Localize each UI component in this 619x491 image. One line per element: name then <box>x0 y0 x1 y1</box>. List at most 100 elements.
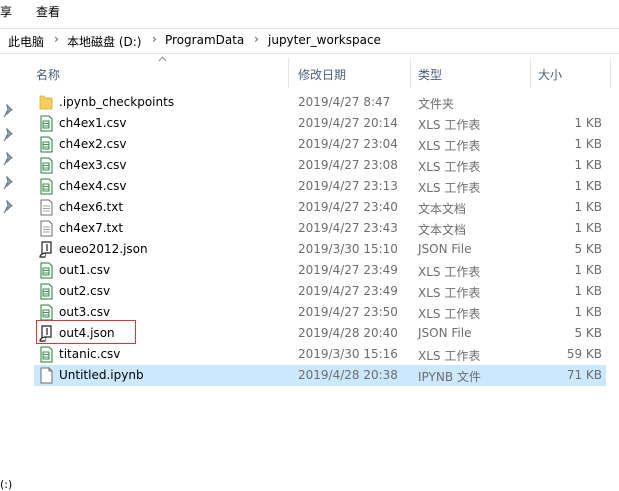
breadcrumb-separator-icon[interactable]: › <box>254 32 259 46</box>
file-modified-date: 2019/4/27 23:50 <box>298 305 398 319</box>
pin-icon[interactable] <box>3 176 15 190</box>
file-row[interactable]: out1.csv 2019/4/27 23:49 XLS 工作表 1 KB <box>34 260 606 281</box>
file-name: out1.csv <box>59 263 111 277</box>
file-name: eueo2012.json <box>59 242 148 256</box>
file-size: 1 KB <box>574 200 602 214</box>
json-file-icon <box>39 241 53 258</box>
file-name: ch4ex3.csv <box>59 158 127 172</box>
file-size: 71 KB <box>566 368 602 382</box>
breadcrumb-separator-icon[interactable]: › <box>54 32 59 46</box>
csv-file-icon <box>39 178 53 195</box>
file-row[interactable]: ch4ex2.csv 2019/4/27 23:04 XLS 工作表 1 KB <box>34 134 606 155</box>
address-bar[interactable]: 此电脑 › 本地磁盘 (D:) › ProgramData › jupyter_… <box>0 28 619 54</box>
file-size: 1 KB <box>574 116 602 130</box>
pin-icon[interactable] <box>3 104 15 118</box>
pin-icon[interactable] <box>3 200 15 214</box>
file-size: 5 KB <box>574 242 602 256</box>
sort-ascending-icon <box>158 56 167 62</box>
file-name: ch4ex2.csv <box>59 137 127 151</box>
column-size[interactable]: 大小 <box>538 66 562 83</box>
menu-bar: 享 查看 <box>0 0 619 22</box>
column-divider[interactable] <box>288 58 289 88</box>
column-date[interactable]: 修改日期 <box>298 66 346 83</box>
file-size: 1 KB <box>574 305 602 319</box>
breadcrumb-local-disk[interactable]: 本地磁盘 (D:) <box>67 33 141 50</box>
column-type[interactable]: 类型 <box>418 66 442 83</box>
file-row[interactable]: Untitled.ipynb 2019/4/28 20:38 IPYNB 文件 71 … <box>34 365 606 386</box>
file-size: 1 KB <box>574 284 602 298</box>
file-type: JSON File <box>418 326 472 340</box>
file-modified-date: 2019/4/27 23:08 <box>298 158 398 172</box>
file-modified-date: 2019/4/27 20:14 <box>298 116 398 130</box>
file-modified-date: 2019/4/27 23:43 <box>298 221 398 235</box>
file-size: 1 KB <box>574 137 602 151</box>
file-type: XLS 工作表 <box>418 286 481 300</box>
file-row[interactable]: ch4ex7.txt 2019/4/27 23:43 文本文档 1 KB <box>34 218 606 239</box>
file-modified-date: 2019/4/28 20:40 <box>298 326 398 340</box>
file-modified-date: 2019/4/27 8:47 <box>298 95 391 109</box>
file-size: 1 KB <box>574 179 602 193</box>
breadcrumb-jupyter-workspace[interactable]: jupyter_workspace <box>268 33 381 47</box>
file-name: .ipynb_checkpoints <box>59 95 175 109</box>
breadcrumb-this-pc[interactable]: 此电脑 <box>8 33 44 50</box>
file-name: ch4ex4.csv <box>59 179 127 193</box>
vertical-scrollbar[interactable] <box>613 54 619 489</box>
blank-file-icon <box>39 367 53 384</box>
file-size: 1 KB <box>574 221 602 235</box>
file-row[interactable]: ch4ex3.csv 2019/4/27 23:08 XLS 工作表 1 KB <box>34 155 606 176</box>
file-row[interactable]: ch4ex1.csv 2019/4/27 20:14 XLS 工作表 1 KB <box>34 113 606 134</box>
file-type: XLS 工作表 <box>418 265 481 279</box>
file-row[interactable]: ch4ex4.csv 2019/4/27 23:13 XLS 工作表 1 KB <box>34 176 606 197</box>
folder-icon <box>39 94 53 111</box>
file-type: 文件夹 <box>418 97 455 111</box>
file-name: ch4ex1.csv <box>59 116 127 130</box>
csv-file-icon <box>39 262 53 279</box>
file-modified-date: 2019/4/27 23:04 <box>298 137 398 151</box>
text-file-icon <box>39 220 53 237</box>
pin-icon[interactable] <box>3 152 15 166</box>
file-name: Untitled.ipynb <box>59 368 144 382</box>
file-type: XLS 工作表 <box>418 139 481 153</box>
file-row[interactable]: titanic.csv 2019/3/30 15:16 XLS 工作表 59 KB <box>34 344 606 365</box>
file-name: out2.csv <box>59 284 111 298</box>
column-divider[interactable] <box>410 58 411 88</box>
file-name: ch4ex7.txt <box>59 221 124 235</box>
annotation-highlight-box <box>36 320 136 344</box>
file-modified-date: 2019/3/30 15:10 <box>298 242 398 256</box>
csv-file-icon <box>39 157 53 174</box>
csv-file-icon <box>39 346 53 363</box>
breadcrumb-programdata[interactable]: ProgramData <box>165 33 244 47</box>
column-divider[interactable] <box>530 58 531 88</box>
navigation-pane: (:) <box>0 54 22 491</box>
file-row[interactable]: ch4ex6.txt 2019/4/27 23:40 文本文档 1 KB <box>34 197 606 218</box>
nav-drive-label-fragment[interactable]: (:) <box>0 478 12 491</box>
breadcrumb-separator-icon[interactable]: › <box>152 32 157 46</box>
file-type: IPYNB 文件 <box>418 370 481 384</box>
column-header: 名称 修改日期 类型 大小 <box>22 56 612 88</box>
file-size: 59 KB <box>566 347 602 361</box>
file-type: 文本文档 <box>418 223 467 237</box>
column-name[interactable]: 名称 <box>36 66 60 83</box>
column-divider[interactable] <box>610 58 611 88</box>
menu-view[interactable]: 查看 <box>36 3 60 20</box>
file-size: 1 KB <box>574 158 602 172</box>
file-type: XLS 工作表 <box>418 118 481 132</box>
file-row[interactable]: eueo2012.json 2019/3/30 15:10 JSON File 5 K… <box>34 239 606 260</box>
file-modified-date: 2019/3/30 15:16 <box>298 347 398 361</box>
menu-share[interactable]: 享 <box>0 3 12 20</box>
file-name: ch4ex6.txt <box>59 200 124 214</box>
file-type: XLS 工作表 <box>418 181 481 195</box>
file-type: 文本文档 <box>418 202 467 216</box>
file-name: titanic.csv <box>59 347 121 361</box>
text-file-icon <box>39 199 53 216</box>
file-row[interactable]: out2.csv 2019/4/27 23:49 XLS 工作表 1 KB <box>34 281 606 302</box>
csv-file-icon <box>39 304 53 321</box>
csv-file-icon <box>39 283 53 300</box>
pin-icon[interactable] <box>3 128 15 142</box>
file-type: XLS 工作表 <box>418 160 481 174</box>
csv-file-icon <box>39 136 53 153</box>
file-row[interactable]: .ipynb_checkpoints 2019/4/27 8:47 文件夹 <box>34 92 606 113</box>
file-size: 1 KB <box>574 263 602 277</box>
file-modified-date: 2019/4/27 23:40 <box>298 200 398 214</box>
file-modified-date: 2019/4/27 23:13 <box>298 179 398 193</box>
